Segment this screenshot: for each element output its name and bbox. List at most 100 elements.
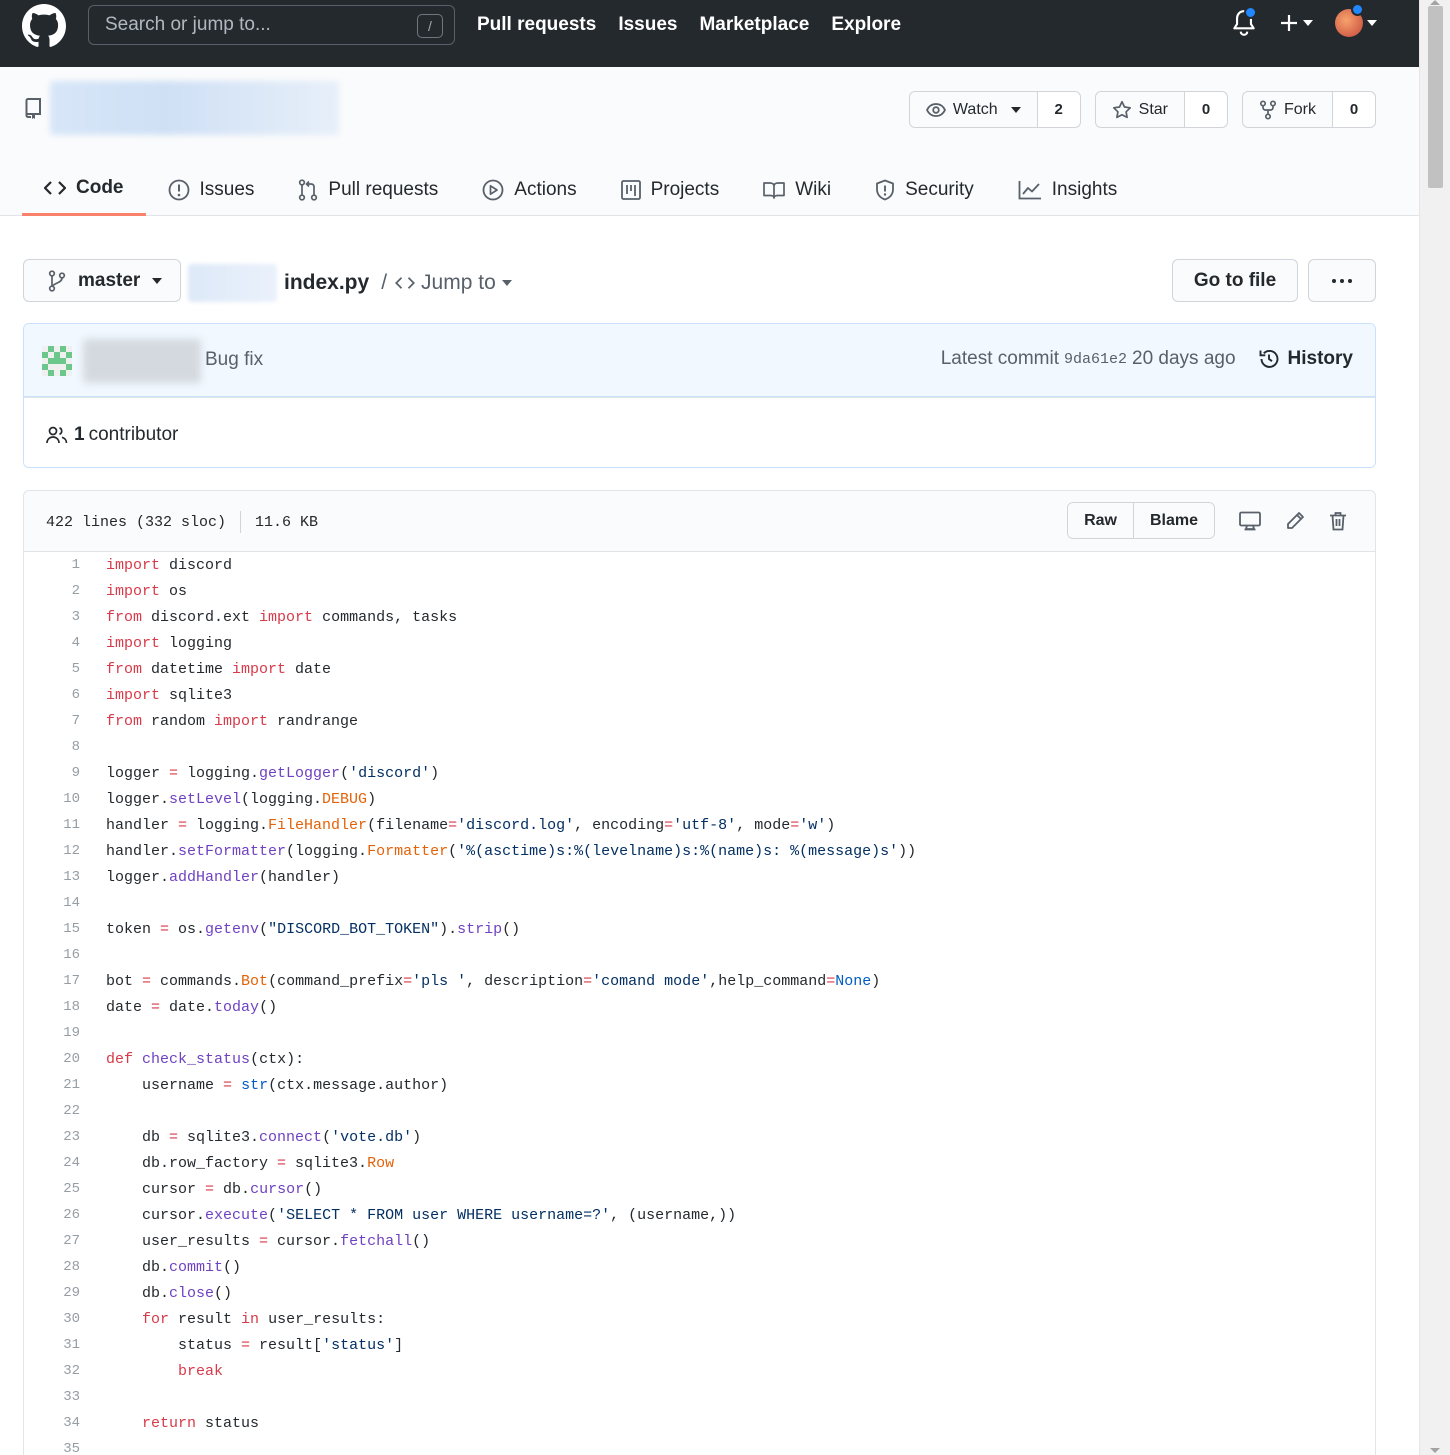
- star-count[interactable]: 0: [1185, 92, 1227, 127]
- tab-actions[interactable]: Actions: [460, 163, 598, 216]
- line-number[interactable]: 12: [24, 843, 80, 859]
- line-number[interactable]: 1: [24, 557, 80, 573]
- contributors-row: 1 contributor: [24, 397, 1375, 467]
- line-number[interactable]: 7: [24, 713, 80, 729]
- tab-issues[interactable]: Issues: [146, 163, 277, 216]
- avatar: [1335, 3, 1364, 37]
- line-number[interactable]: 20: [24, 1051, 80, 1067]
- line-number[interactable]: 24: [24, 1155, 80, 1171]
- jump-to-dropdown[interactable]: Jump to: [395, 271, 512, 295]
- tab-pull-requests[interactable]: Pull requests: [276, 163, 460, 216]
- line-number[interactable]: 13: [24, 869, 80, 885]
- line-number[interactable]: 29: [24, 1285, 80, 1301]
- user-menu-dropdown[interactable]: [1335, 3, 1377, 37]
- code-token: handler: [106, 816, 179, 834]
- line-number[interactable]: 10: [24, 791, 80, 807]
- history-link[interactable]: History: [1258, 348, 1353, 370]
- code-token: os.: [169, 920, 206, 938]
- notifications-button[interactable]: [1231, 6, 1257, 38]
- commit-age: 20 days ago: [1132, 348, 1236, 369]
- code-token: =: [826, 972, 836, 990]
- tab-insights[interactable]: Insights: [996, 163, 1139, 216]
- history-icon: [1259, 349, 1278, 368]
- line-number[interactable]: 21: [24, 1077, 80, 1093]
- more-options-button[interactable]: [1308, 259, 1376, 302]
- commit-message[interactable]: Bug fix: [205, 349, 263, 371]
- nav-issues[interactable]: Issues: [618, 14, 677, 36]
- code-line: 29 db.close(): [24, 1280, 1375, 1306]
- nav-pull-requests[interactable]: Pull requests: [477, 14, 596, 36]
- line-number[interactable]: 3: [24, 609, 80, 625]
- raw-button[interactable]: Raw: [1068, 503, 1133, 538]
- scroll-up-arrow-icon[interactable]: [1430, 0, 1440, 5]
- code-token: ).: [439, 920, 458, 938]
- line-number[interactable]: 2: [24, 583, 80, 599]
- fork-count[interactable]: 0: [1333, 92, 1375, 127]
- go-to-file-button[interactable]: Go to file: [1172, 259, 1298, 302]
- watch-count[interactable]: 2: [1037, 92, 1080, 127]
- line-number[interactable]: 9: [24, 765, 80, 781]
- line-number[interactable]: 16: [24, 947, 80, 963]
- line-number[interactable]: 31: [24, 1337, 80, 1353]
- line-number[interactable]: 4: [24, 635, 80, 651]
- line-number[interactable]: 19: [24, 1025, 80, 1041]
- commit-author-redacted[interactable]: [83, 339, 201, 383]
- nav-marketplace[interactable]: Marketplace: [699, 14, 809, 36]
- code-token: =: [169, 764, 179, 782]
- line-number[interactable]: 17: [24, 973, 80, 989]
- line-number[interactable]: 27: [24, 1233, 80, 1249]
- line-number[interactable]: 23: [24, 1129, 80, 1145]
- create-new-dropdown[interactable]: [1279, 13, 1313, 33]
- fork-button[interactable]: Fork: [1243, 92, 1333, 127]
- code-line: 18 date = date.today(): [24, 994, 1375, 1020]
- identicon-avatar[interactable]: [42, 346, 72, 376]
- line-number[interactable]: 35: [24, 1441, 80, 1455]
- line-number[interactable]: 5: [24, 661, 80, 677]
- graph-icon: [1018, 180, 1041, 199]
- search-input[interactable]: Search or jump to... /: [88, 5, 455, 45]
- tab-wiki[interactable]: Wiki: [741, 163, 853, 216]
- contributors-link[interactable]: 1 contributor: [46, 424, 178, 446]
- line-number[interactable]: 28: [24, 1259, 80, 1275]
- line-number[interactable]: 14: [24, 895, 80, 911]
- tab-code[interactable]: Code: [22, 163, 146, 216]
- commit-sha-link[interactable]: 9da61e2: [1064, 351, 1127, 368]
- breadcrumb-repo-link-redacted[interactable]: [188, 264, 277, 302]
- line-number[interactable]: 6: [24, 687, 80, 703]
- line-number[interactable]: 11: [24, 817, 80, 833]
- code-token: strip: [457, 920, 503, 938]
- page-scrollbar[interactable]: [1419, 0, 1450, 1455]
- line-number[interactable]: 18: [24, 999, 80, 1015]
- line-number[interactable]: 15: [24, 921, 80, 937]
- tab-security[interactable]: Security: [853, 163, 996, 216]
- github-logo-icon[interactable]: [22, 4, 66, 48]
- code-token: db: [106, 1128, 170, 1146]
- scroll-down-arrow-icon[interactable]: [1430, 1448, 1440, 1453]
- line-number[interactable]: 25: [24, 1181, 80, 1197]
- line-number[interactable]: 26: [24, 1207, 80, 1223]
- trash-icon[interactable]: [1329, 511, 1347, 531]
- repository-name-redacted[interactable]: [50, 81, 339, 135]
- line-number[interactable]: 32: [24, 1363, 80, 1379]
- blame-button[interactable]: Blame: [1132, 503, 1214, 538]
- branch-select-button[interactable]: master: [23, 259, 181, 302]
- code-token: =: [151, 998, 161, 1016]
- code-token: =: [169, 1128, 179, 1146]
- kebab-horizontal-icon: [1348, 278, 1352, 283]
- desktop-icon[interactable]: [1239, 511, 1261, 531]
- watch-button[interactable]: Watch: [909, 92, 1038, 127]
- line-number[interactable]: 8: [24, 739, 80, 755]
- code-line: 20 def check_status(ctx):: [24, 1046, 1375, 1072]
- code-token: (logging.: [286, 842, 368, 860]
- line-number[interactable]: 34: [24, 1415, 80, 1431]
- code-token: =: [583, 972, 593, 990]
- code-token: Formatter: [367, 842, 449, 860]
- nav-explore[interactable]: Explore: [831, 14, 901, 36]
- scrollbar-thumb[interactable]: [1428, 6, 1443, 188]
- tab-projects[interactable]: Projects: [599, 163, 742, 216]
- line-number[interactable]: 30: [24, 1311, 80, 1327]
- line-number[interactable]: 33: [24, 1389, 80, 1405]
- line-number[interactable]: 22: [24, 1103, 80, 1119]
- star-button[interactable]: Star: [1095, 92, 1185, 127]
- pencil-icon[interactable]: [1285, 511, 1305, 531]
